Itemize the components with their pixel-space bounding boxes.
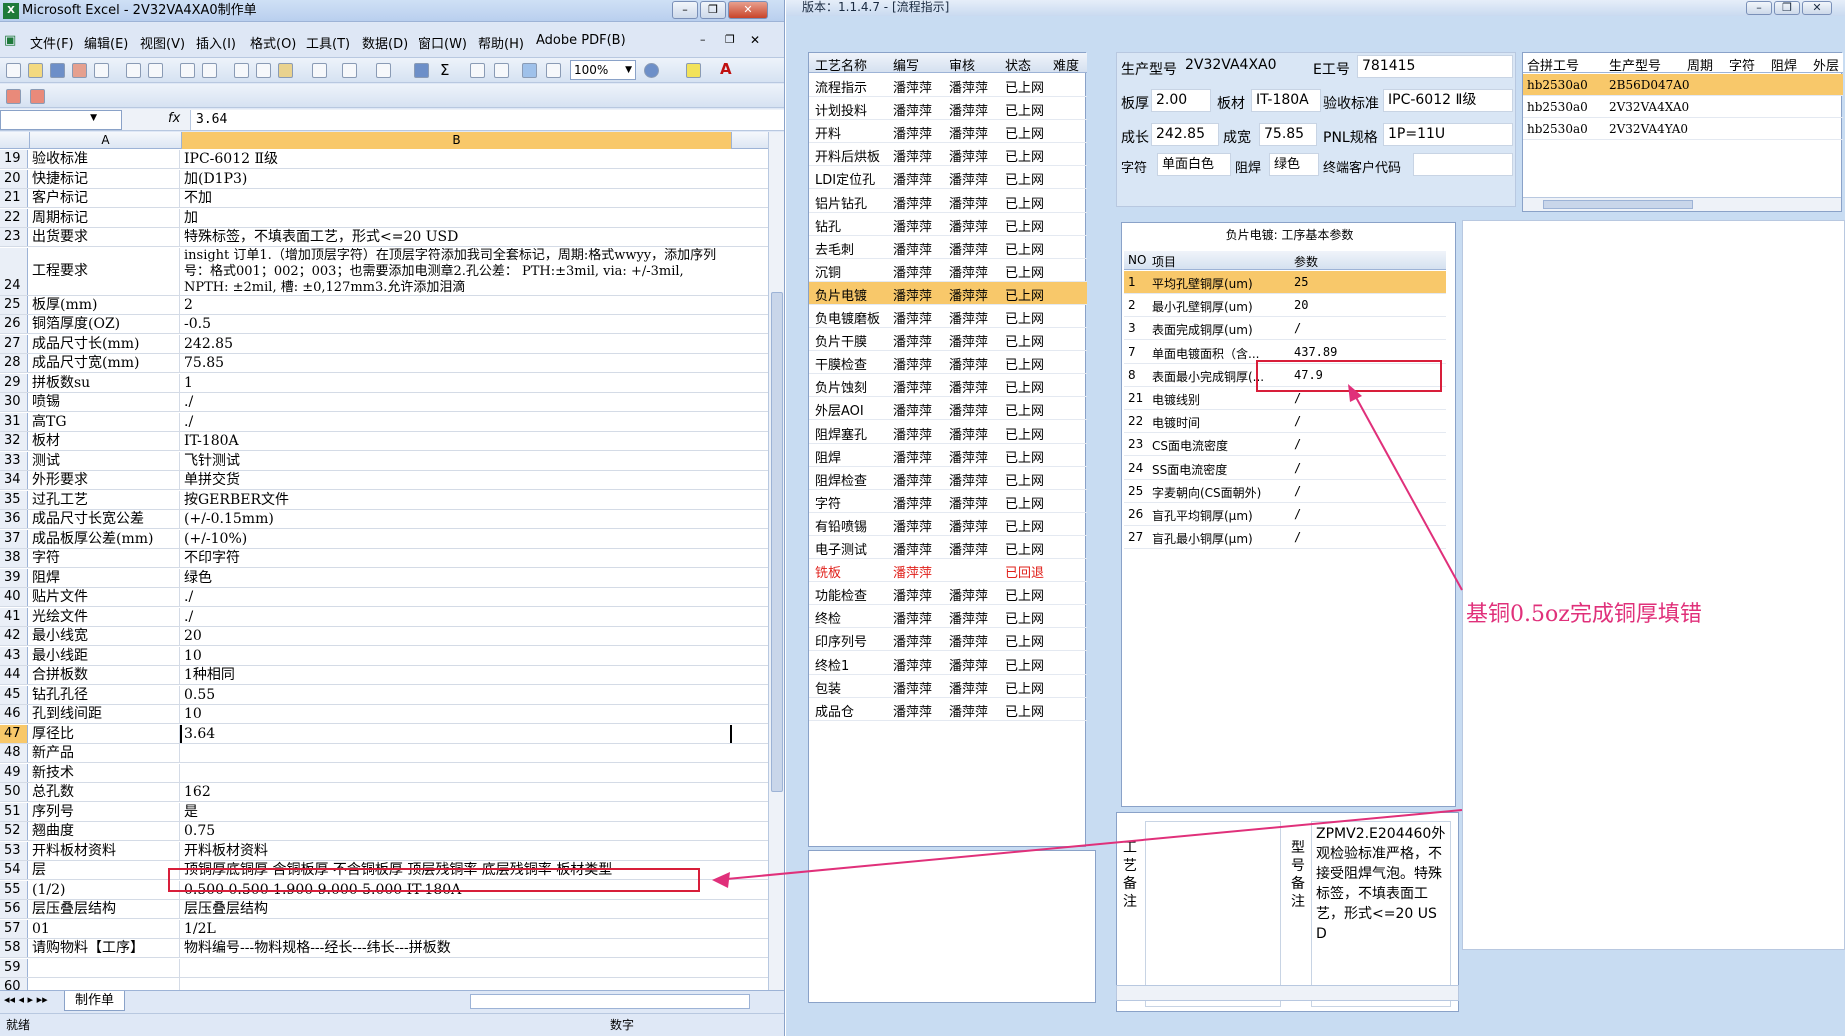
arrow-to-param <box>1351 389 1463 591</box>
annotation-note: 基铜0.5oz完成铜厚填错 <box>1466 602 1702 627</box>
arrow-head-excel <box>712 872 730 888</box>
annotation-arrows <box>712 384 1463 888</box>
arrow-to-excel <box>715 809 1463 881</box>
arrow-head-param <box>1348 384 1362 402</box>
